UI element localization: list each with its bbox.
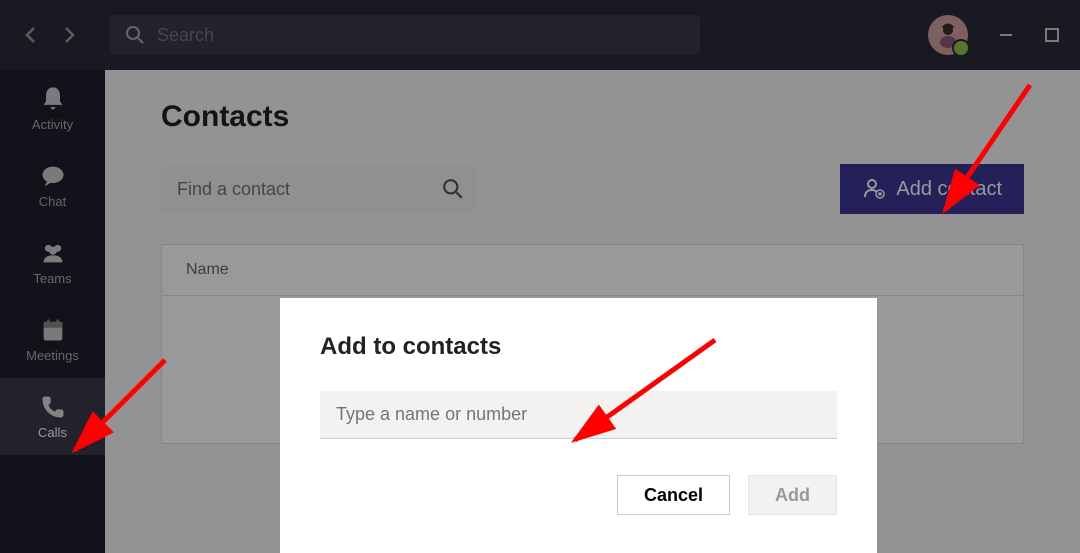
dialog-title: Add to contacts [320, 333, 837, 361]
add-to-contacts-dialog: Add to contacts Cancel Add [280, 298, 877, 553]
name-or-number-input[interactable] [320, 391, 837, 439]
add-button[interactable]: Add [748, 475, 837, 515]
cancel-button[interactable]: Cancel [617, 475, 730, 515]
